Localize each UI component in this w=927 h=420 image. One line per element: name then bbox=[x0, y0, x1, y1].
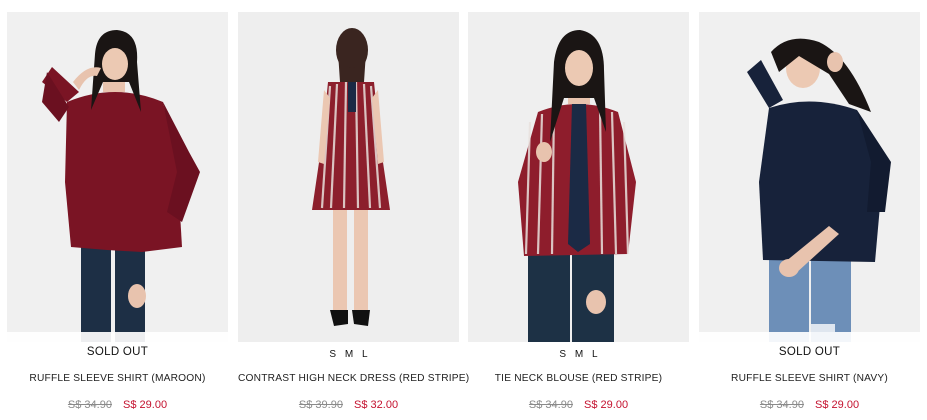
original-price: S$ 34.90 bbox=[528, 399, 573, 411]
size-options: S M L bbox=[238, 349, 459, 360]
product-name[interactable]: CONTRAST HIGH NECK DRESS (RED STRIPE) bbox=[238, 373, 469, 384]
sale-price: S$ 29.00 bbox=[123, 399, 168, 411]
original-price: S$ 34.90 bbox=[759, 399, 804, 411]
original-price: S$ 39.90 bbox=[298, 399, 343, 411]
sale-price: S$ 32.00 bbox=[354, 399, 399, 411]
original-price: S$ 34.90 bbox=[67, 399, 112, 411]
product-card[interactable]: S M L TIE NECK BLOUSE (RED STRIPE) S$ 34… bbox=[468, 12, 689, 412]
product-image[interactable] bbox=[468, 12, 689, 342]
size-option[interactable]: M bbox=[345, 349, 353, 360]
sold-out-label: SOLD OUT bbox=[778, 346, 841, 358]
sale-price: S$ 29.00 bbox=[584, 399, 629, 411]
sale-price: S$ 29.00 bbox=[815, 399, 860, 411]
size-option[interactable]: S bbox=[329, 349, 336, 360]
size-option[interactable]: M bbox=[575, 349, 583, 360]
price-row: S$ 34.90 S$ 29.00 bbox=[468, 399, 689, 411]
product-grid: SOLD OUT RUFFLE SLEEVE SHIRT (MAROON) S$… bbox=[0, 0, 927, 420]
product-image[interactable] bbox=[7, 12, 228, 342]
price-row: S$ 34.90 S$ 29.00 bbox=[699, 399, 920, 411]
size-option[interactable]: L bbox=[362, 349, 368, 360]
price-row: S$ 39.90 S$ 32.00 bbox=[238, 399, 459, 411]
product-card[interactable]: S M L CONTRAST HIGH NECK DRESS (RED STRI… bbox=[238, 12, 469, 412]
size-option[interactable]: S bbox=[559, 349, 566, 360]
product-name[interactable]: RUFFLE SLEEVE SHIRT (MAROON) bbox=[7, 373, 228, 384]
price-row: S$ 34.90 S$ 29.00 bbox=[7, 399, 228, 411]
product-card[interactable]: SOLD OUT RUFFLE SLEEVE SHIRT (NAVY) S$ 3… bbox=[699, 12, 920, 412]
product-card[interactable]: SOLD OUT RUFFLE SLEEVE SHIRT (MAROON) S$… bbox=[7, 12, 228, 412]
product-image[interactable] bbox=[699, 12, 920, 342]
sold-out-label: SOLD OUT bbox=[86, 346, 149, 358]
product-image[interactable] bbox=[238, 12, 459, 342]
product-name[interactable]: RUFFLE SLEEVE SHIRT (NAVY) bbox=[699, 373, 920, 384]
size-option[interactable]: L bbox=[592, 349, 598, 360]
product-name[interactable]: TIE NECK BLOUSE (RED STRIPE) bbox=[468, 373, 689, 384]
size-options: S M L bbox=[468, 349, 689, 360]
